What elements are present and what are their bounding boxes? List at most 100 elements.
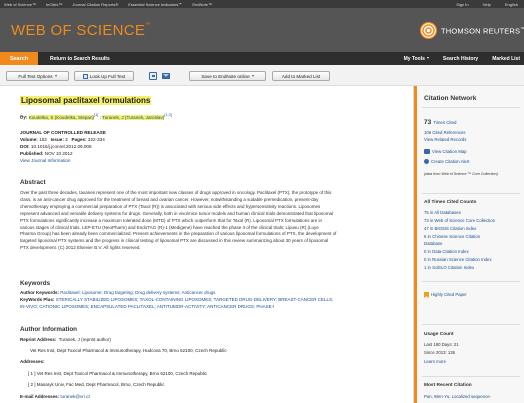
author-separator: ; <box>99 114 101 120</box>
logo-text: WEB OF SCIENCE <box>11 22 146 39</box>
chevron-down-icon <box>426 57 429 60</box>
save-to-endnote-select[interactable]: Save to EndNote online <box>189 71 266 81</box>
wos-logo[interactable]: WEB OF SCIENCE™ <box>11 22 151 39</box>
by-label: By: <box>20 114 28 120</box>
count-all-databases[interactable]: 75 in All Databases <box>424 210 461 215</box>
doi-label: DOI: <box>20 144 30 149</box>
topbar-link-endnote[interactable]: EndNote™ <box>192 2 212 7</box>
view-related-records-link[interactable]: View Related Records <box>424 137 466 142</box>
times-cited-label: Times Cited <box>433 120 457 125</box>
site-header: WEB OF SCIENCE™ THOMSON REUTERS™ <box>0 8 524 52</box>
issue-label: Issue: <box>50 137 64 142</box>
volume-label: Volume: <box>20 137 38 142</box>
chevron-down-icon <box>54 75 57 77</box>
pages-value: 322-334 <box>87 137 105 142</box>
thomson-reuters-logo-icon <box>420 22 437 39</box>
highly-cited-badge-icon <box>424 292 429 298</box>
author-keywords-label: Author Keywords: <box>20 290 60 295</box>
issue-value: 3 <box>65 137 68 142</box>
my-tools-menu[interactable]: My Tools <box>404 56 429 62</box>
topbar-link-wos[interactable]: Web of Science™ <box>4 2 36 7</box>
look-up-full-text-button[interactable]: Look Up Full Text <box>74 71 134 81</box>
record-main: Liposomal paclitaxel formulations By: Ko… <box>0 86 413 403</box>
count-biosis[interactable]: 47 in BIOSIS Citation Index <box>424 226 476 231</box>
save-to-endnote-label: Save to EndNote online <box>201 73 250 79</box>
sidebar-accent-bar <box>414 86 417 403</box>
top-product-bar: Web of Science™ InCites™ Journal Citatio… <box>0 0 524 8</box>
times-cited[interactable]: 73 Times Cited <box>424 119 457 126</box>
abstract-heading: Abstract <box>20 179 46 186</box>
highly-cited-paper[interactable]: Highly Cited Paper <box>424 292 467 298</box>
published-label: Published: <box>20 151 44 156</box>
main-nav: Search Return to Search Results My Tools… <box>0 52 524 65</box>
thomson-reuters-name: THOMSON REUTERS™ <box>441 26 524 36</box>
affiliation-ref[interactable]: [1,2] <box>164 113 171 117</box>
create-citation-alert-link[interactable]: Create Citation Alert <box>424 159 470 165</box>
abstract-line: targeted liposomal PTX systems and the p… <box>20 238 329 244</box>
count-data-citation[interactable]: 0 in Data Citation Index <box>424 249 469 254</box>
usage-count-heading: Usage Count <box>424 332 454 337</box>
divider <box>422 281 520 282</box>
language-select[interactable]: English <box>505 2 518 7</box>
highly-cited-label: Highly Cited Paper <box>431 292 467 298</box>
author-link[interactable]: Turanek, J (Turanek, Jaroslav) <box>102 114 165 120</box>
search-history-link[interactable]: Search History <box>443 56 478 62</box>
reprint-address: Vet Res Inst, Dept Toxicol Pharmacol & I… <box>30 348 227 353</box>
affiliation-ref[interactable]: [1] <box>94 113 98 117</box>
search-tab[interactable]: Search <box>0 52 38 65</box>
learn-more-link[interactable]: Learn more <box>424 359 446 364</box>
divider <box>422 324 520 325</box>
reprint-label: Reprint Address: <box>20 337 57 342</box>
sign-in-link[interactable]: Sign In <box>456 2 468 7</box>
address-2: [ 2 ] Masaryk Univ, Fac Med, Dept Pharma… <box>28 382 165 387</box>
keywords-plus-list[interactable]: STERICALLY STABILIZED LIPOSOMES; TAXOL-C… <box>56 297 334 302</box>
count-russian[interactable]: 0 in Russian Science Citation Index <box>424 257 492 262</box>
usage-since-2013: Since 2013: 136 <box>424 350 456 355</box>
abstract-line: class, is an anti-cancer drug approved f… <box>20 196 319 202</box>
add-to-marked-list-button[interactable]: Add to Marked List <box>272 71 330 81</box>
help-link[interactable]: Help <box>483 2 491 7</box>
envelope-icon[interactable] <box>162 73 170 79</box>
volume-value: 163 <box>39 137 47 142</box>
cited-references-link[interactable]: 106 Cited References <box>424 130 466 135</box>
data-source-note: (data from Web of Science ™ Core Collect… <box>424 172 498 176</box>
count-wos-core[interactable]: 73 in Web of Science Core Collection <box>424 218 495 223</box>
divider <box>422 107 520 108</box>
times-cited-count: 73 <box>424 119 432 126</box>
pages-label: Pages: <box>71 137 87 142</box>
source-info: JOURNAL OF CONTROLLED RELEASE Volume: 16… <box>20 129 106 164</box>
most-recent-citation-link[interactable]: Pan, Wen-Yu. Localized sequence- <box>424 394 491 399</box>
email-link[interactable]: turanek@vri.cz <box>60 394 90 399</box>
abstract-line: various stages of clinical trials. LEP-E… <box>20 224 319 230</box>
my-tools-label: My Tools <box>403 55 425 62</box>
view-journal-information-link[interactable]: View Journal Information <box>20 158 70 163</box>
topbar-link-jcr[interactable]: Journal Citation Reports® <box>72 2 118 7</box>
full-text-options-button[interactable]: Full Text Options <box>6 71 69 81</box>
journal-name: JOURNAL OF CONTROLLED RELEASE <box>20 130 106 135</box>
alert-icon <box>424 159 429 165</box>
count-chinese[interactable]: 6 in Chinese Science Citation <box>424 234 480 239</box>
marked-list-link[interactable]: Marked List <box>492 56 520 62</box>
topbar-link-incites[interactable]: InCites™ <box>46 2 62 7</box>
chevron-down-icon <box>251 75 254 77</box>
count-chinese-cont[interactable]: Database <box>424 241 442 246</box>
view-citation-map-link[interactable]: View Citation Map <box>424 149 467 155</box>
keywords-heading: Keywords <box>20 280 51 287</box>
abstract-line: PTX formulations significantly increase … <box>20 217 323 223</box>
record-title: Liposomal paclitaxel formulations <box>20 96 152 105</box>
author-keywords-list[interactable]: Paclitaxel; Liposome; Drug targeting; Dr… <box>60 290 215 295</box>
author-byline: By: Koudelka, S (Koudelka, Stepan)[1] ; … <box>20 113 172 120</box>
topbar-link-esi[interactable]: Essential Science Indicators℠ <box>128 2 182 7</box>
brand-tm: ™ <box>520 25 524 31</box>
address-1: [ 1 ] Vet Res Inst, Dept Toxicol Pharmac… <box>28 371 207 376</box>
logo-tm: ™ <box>145 22 151 28</box>
keywords-plus-list[interactable]: IN-VIVO; CATIONIC LIPOSOMES; ENCAPSULATE… <box>20 304 274 309</box>
citation-sidebar: Citation Network 73 Times Cited 106 Cited… <box>413 86 524 403</box>
printer-icon[interactable] <box>149 72 157 80</box>
return-to-results-link[interactable]: Return to Search Results <box>50 56 110 62</box>
citation-network-heading: Citation Network <box>424 95 477 102</box>
author-link[interactable]: Koudelka, S (Koudelka, Stepan) <box>28 114 95 120</box>
count-scielo[interactable]: 1 in SciELO Citation Index <box>424 265 474 270</box>
create-citation-alert-label: Create Citation Alert <box>431 159 470 164</box>
abstract-text: Over the past three decades, taxanes rep… <box>20 190 395 252</box>
